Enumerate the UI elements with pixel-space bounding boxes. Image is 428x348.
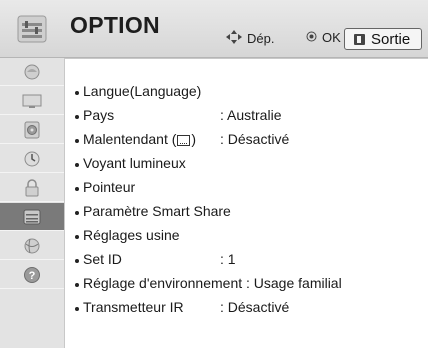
sidebar-item-time[interactable]	[0, 145, 64, 173]
sidebar-item-audio[interactable]	[0, 116, 64, 144]
ok-button-icon	[306, 30, 317, 45]
menu-item-hearing-impaired[interactable]: Malentendant ( ) : Désactivé	[75, 127, 289, 151]
menu-item-language[interactable]: Langue(Language)	[75, 79, 201, 103]
option-menu-icon	[0, 0, 64, 57]
clock-icon	[24, 151, 40, 166]
option-menu-screen: OPTION Dép. OK Sortie ? Langue(Language)…	[0, 0, 428, 348]
menu-item-power-indicator[interactable]: Voyant lumineux	[75, 151, 186, 175]
menu-item-country[interactable]: Pays : Australie	[75, 103, 281, 127]
menu-item-value: : Désactivé	[220, 131, 290, 147]
move-hint: Dép.	[226, 30, 274, 47]
sidebar-item-picture[interactable]	[0, 58, 64, 86]
menu-item-label: Pays	[83, 107, 115, 123]
help-icon: ?	[24, 266, 40, 283]
menu-item-label: Pointeur	[83, 179, 136, 195]
picture-icon	[24, 64, 40, 79]
audio-icon	[24, 121, 40, 138]
menu-header: OPTION Dép. OK Sortie	[0, 0, 428, 58]
dpad-arrows-icon	[226, 30, 242, 47]
menu-item-label: Langue(Language)	[83, 83, 202, 99]
exit-button-label: Sortie	[371, 30, 411, 48]
lock-icon	[25, 178, 39, 196]
menu-item-factory-reset[interactable]: Réglages usine	[75, 223, 180, 247]
bullet-icon	[75, 139, 79, 143]
option-icon	[23, 209, 41, 224]
bullet-icon	[75, 163, 79, 167]
sidebar-item-help[interactable]: ?	[0, 261, 64, 289]
sidebar-item-option[interactable]	[0, 203, 64, 231]
svg-text:?: ?	[29, 270, 36, 282]
menu-item-value: : Désactivé	[220, 299, 290, 315]
menu-item-value: : 1	[220, 251, 236, 267]
screen-icon	[22, 94, 42, 108]
bullet-icon	[75, 115, 79, 119]
sidebar-item-network[interactable]	[0, 232, 64, 260]
bullet-icon	[75, 307, 79, 311]
bullet-icon	[75, 283, 79, 287]
sidebar-category-nav: ?	[0, 58, 64, 348]
menu-item-label: Réglage d'environnement : Usage familial	[83, 275, 342, 291]
menu-item-label: Réglages usine	[83, 227, 180, 243]
bullet-icon	[75, 211, 79, 215]
sidebar-item-screen[interactable]	[0, 87, 64, 115]
menu-item-label: Set ID	[83, 251, 122, 267]
bullet-icon	[75, 259, 79, 263]
menu-item-label: Malentendant (	[83, 131, 177, 147]
option-settings-panel: Langue(Language) Pays : Australie Malent…	[64, 58, 428, 348]
menu-item-label: Transmetteur IR	[83, 299, 184, 315]
menu-item-label: Voyant lumineux	[83, 155, 186, 171]
menu-item-smart-share[interactable]: Paramètre Smart Share	[75, 199, 231, 223]
menu-item-label-suffix: )	[191, 131, 197, 147]
menu-item-set-id[interactable]: Set ID : 1	[75, 247, 236, 271]
bullet-icon	[75, 235, 79, 239]
sidebar-item-lock[interactable]	[0, 174, 64, 202]
bullet-icon	[75, 187, 79, 191]
menu-item-ir-transmitter[interactable]: Transmetteur IR : Désactivé	[75, 295, 289, 319]
move-hint-label: Dép.	[247, 31, 275, 46]
ok-hint-label: OK	[322, 30, 341, 45]
caption-icon	[177, 134, 191, 146]
network-icon	[24, 238, 40, 253]
menu-item-value: : Australie	[220, 107, 282, 123]
exit-button[interactable]: Sortie	[344, 28, 422, 50]
menu-item-label: Paramètre Smart Share	[83, 203, 231, 219]
bullet-icon	[75, 91, 79, 95]
page-title: OPTION	[70, 12, 160, 38]
ok-hint: OK	[306, 30, 341, 45]
menu-item-pointer[interactable]: Pointeur	[75, 175, 135, 199]
exit-icon	[354, 33, 365, 45]
menu-item-environment[interactable]: Réglage d'environnement : Usage familial	[75, 271, 342, 295]
